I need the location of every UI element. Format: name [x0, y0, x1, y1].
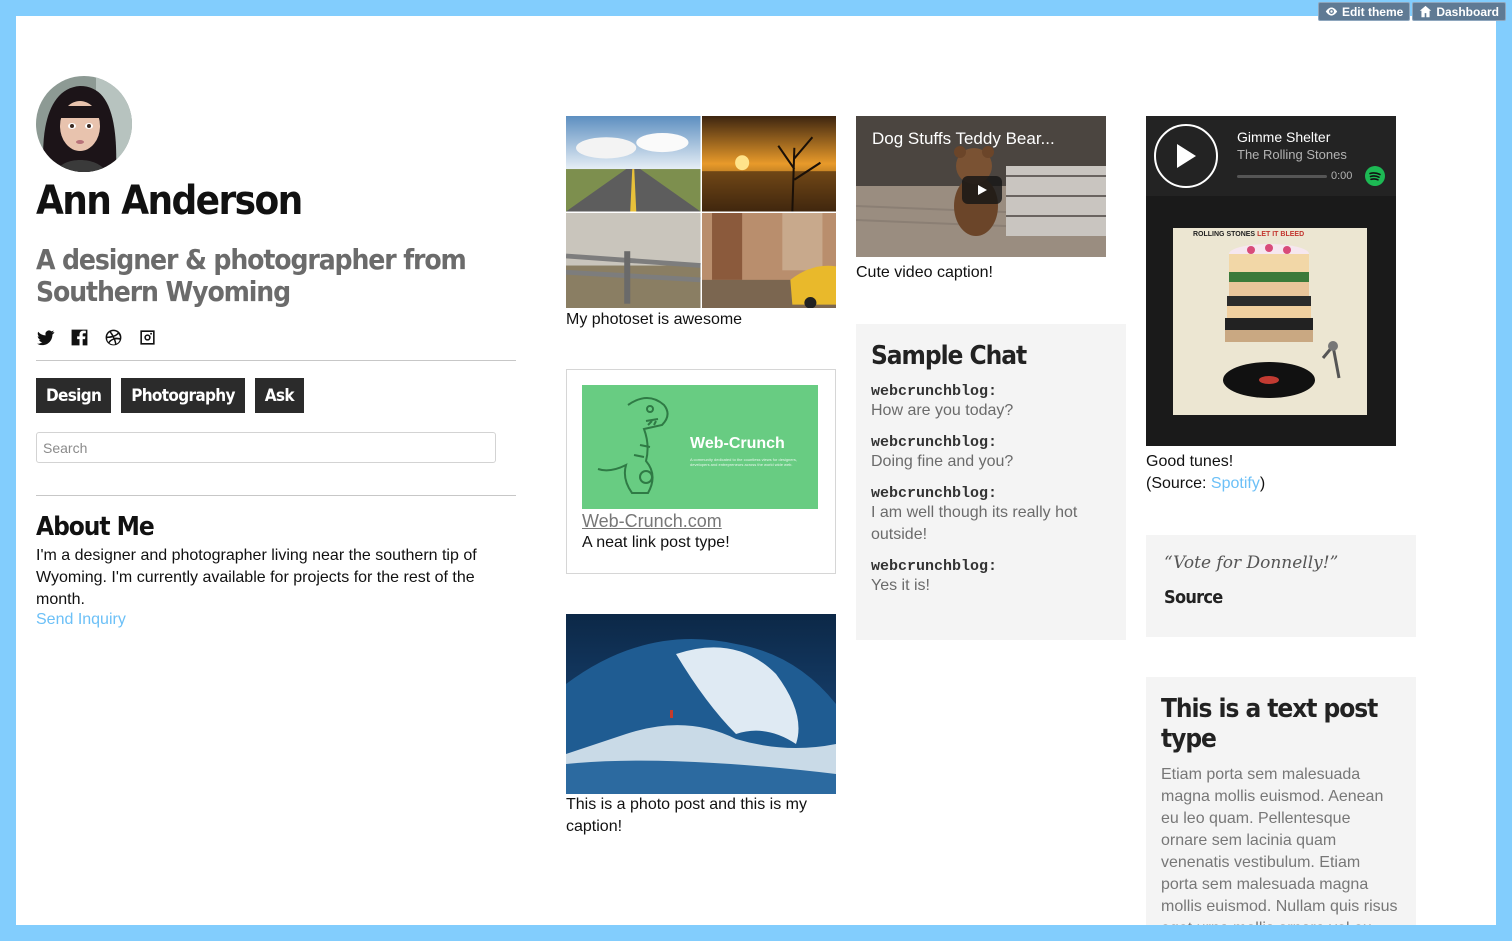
chat-message: Doing fine and you?	[871, 453, 1014, 470]
text-post-title: This is a text post type	[1161, 694, 1378, 754]
chat-speaker: webcrunchblog:	[871, 558, 998, 575]
nav-design[interactable]: Design	[36, 378, 112, 413]
wave-photo[interactable]	[566, 614, 836, 794]
photoset-grid[interactable]	[566, 116, 836, 308]
chat-message: Yes it is!	[871, 577, 930, 594]
link-thumbnail[interactable]: Web-Crunch A community dedicated to the …	[582, 385, 818, 509]
edit-theme-button[interactable]: Edit theme	[1317, 2, 1411, 21]
link-post: Web-Crunch A community dedicated to the …	[566, 369, 836, 574]
chat-line: webcrunchblog: Doing fine and you?	[871, 434, 1111, 473]
chat-message: How are you today?	[871, 402, 1014, 419]
facebook-icon[interactable]	[70, 328, 89, 347]
site-title: Ann Anderson	[36, 178, 303, 224]
quote-source: Source	[1164, 587, 1223, 608]
audio-caption: Good tunes!	[1146, 453, 1234, 470]
photoset-sunset[interactable]	[701, 116, 836, 212]
source-prefix: (Source:	[1146, 475, 1211, 492]
photoset-fence[interactable]	[566, 212, 701, 308]
chat-message: I am well though its really hot outside!	[871, 504, 1078, 543]
track-time: 0:00	[1331, 170, 1353, 182]
photoset-road[interactable]	[566, 116, 701, 212]
video-title: Dog Stuffs Teddy Bear...	[872, 129, 1055, 148]
page-frame: Ann Anderson A designer & photographer f…	[16, 16, 1496, 925]
social-links	[36, 328, 157, 347]
play-button[interactable]	[962, 176, 1002, 204]
link-description: A neat link post type!	[582, 534, 730, 551]
chat-speaker: webcrunchblog:	[871, 383, 998, 400]
photo-caption: This is a photo post and this is my capt…	[566, 796, 807, 835]
eye-icon	[1325, 7, 1338, 16]
link-thumbnail-title: Web-Crunch	[690, 435, 785, 452]
audio-source: (Source: Spotify)	[1146, 473, 1416, 495]
site-tagline: A designer & photographer from Southern …	[36, 243, 467, 308]
video-post: Cute video caption!	[856, 262, 1126, 284]
spotify-play-button[interactable]	[1154, 124, 1218, 188]
quote-text: “Vote for Donnelly!”	[1164, 553, 1339, 573]
track-artist: The Rolling Stones	[1237, 147, 1347, 162]
nav-ask[interactable]: Ask	[254, 378, 304, 413]
chat-speaker: webcrunchblog:	[871, 485, 998, 502]
text-post-body: Etiam porta sem malesuada magna mollis e…	[1161, 766, 1398, 925]
avatar	[36, 76, 132, 172]
spotify-icon[interactable]	[1365, 166, 1385, 186]
video-player[interactable]: Dog Stuffs Teddy Bear...	[856, 116, 1106, 257]
quote-post: “Vote for Donnelly!” Source	[1146, 535, 1416, 637]
nav-photography[interactable]: Photography	[121, 378, 245, 413]
chat-speaker: webcrunchblog:	[871, 434, 998, 451]
dinosaur-icon	[597, 397, 669, 494]
divider	[36, 495, 516, 496]
photoset-taxi[interactable]	[701, 212, 836, 308]
source-suffix: )	[1259, 475, 1266, 492]
photoset-post: My photoset is awesome	[566, 309, 836, 331]
track-name: Gimme Shelter	[1237, 129, 1331, 145]
text-post: This is a text post type Etiam porta sem…	[1146, 677, 1416, 925]
category-nav: Design Photography Ask	[36, 378, 304, 413]
album-art: ROLLING STONES LET IT BLEED	[1173, 228, 1367, 415]
chat-title: Sample Chat	[871, 341, 1027, 371]
album-label: ROLLING STONES LET IT BLEED	[1193, 231, 1304, 238]
chat-post: Sample Chat webcrunchblog: How are you t…	[856, 324, 1126, 640]
search-input[interactable]	[36, 432, 496, 463]
home-icon	[1420, 5, 1432, 18]
edit-theme-label: Edit theme	[1341, 4, 1404, 19]
audio-post: Good tunes! (Source: Spotify)	[1146, 451, 1416, 495]
spotify-player: Gimme Shelter The Rolling Stones 0:00 RO…	[1146, 116, 1396, 446]
chat-line: webcrunchblog: I am well though its real…	[871, 485, 1111, 546]
admin-bar: Edit theme Dashboard	[1317, 2, 1506, 21]
send-inquiry-link[interactable]: Send Inquiry	[36, 611, 126, 629]
about-text: I'm a designer and photographer living n…	[36, 547, 477, 608]
chat-line: webcrunchblog: How are you today?	[871, 383, 1111, 422]
spotify-source-link[interactable]: Spotify	[1211, 475, 1260, 492]
about-title: About Me	[36, 512, 155, 542]
play-icon	[978, 185, 987, 195]
play-icon	[1177, 144, 1196, 168]
divider	[36, 360, 516, 361]
link-url[interactable]: Web-Crunch.com	[582, 511, 820, 532]
album-band: ROLLING STONES	[1193, 231, 1256, 238]
video-caption: Cute video caption!	[856, 264, 993, 281]
chat-line: webcrunchblog: Yes it is!	[871, 558, 1111, 597]
album-title: LET IT BLEED	[1257, 231, 1305, 238]
photo-post: This is a photo post and this is my capt…	[566, 614, 836, 838]
twitter-icon[interactable]	[36, 328, 55, 347]
link-thumbnail-blurb: A community dedicated to the countless v…	[690, 457, 797, 467]
dashboard-label: Dashboard	[1436, 4, 1499, 19]
instagram-icon[interactable]	[138, 328, 157, 347]
photoset-caption: My photoset is awesome	[566, 311, 743, 328]
progress-bar[interactable]	[1237, 175, 1327, 178]
dribbble-icon[interactable]	[104, 328, 123, 347]
dashboard-button[interactable]: Dashboard	[1412, 2, 1506, 21]
